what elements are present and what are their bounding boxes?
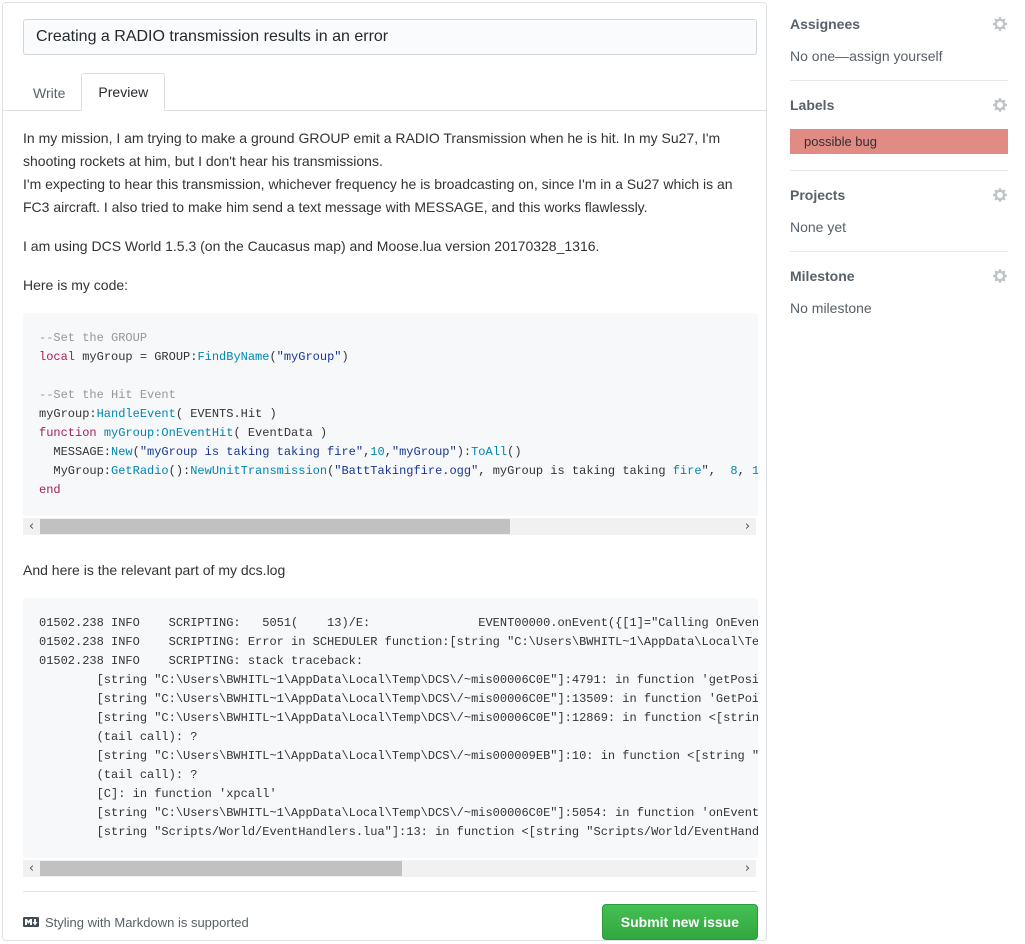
projects-section: Projects None yet (790, 171, 1008, 252)
projects-title: Projects (790, 187, 845, 203)
projects-gear-icon[interactable] (992, 187, 1008, 203)
issue-form: Write Preview In my mission, I am trying… (2, 2, 767, 941)
assignees-section: Assignees No one—assign yourself (790, 0, 1008, 81)
tab-preview[interactable]: Preview (81, 73, 165, 111)
code-scrollbar-thumb[interactable] (40, 519, 510, 534)
assign-yourself-link[interactable]: assign yourself (849, 48, 942, 64)
scroll-left-icon[interactable]: ‹ (23, 518, 40, 535)
body-paragraph-4: And here is the relevant part of my dcs.… (23, 559, 758, 582)
scroll-left-icon[interactable]: ‹ (23, 860, 40, 877)
body-paragraph-1-line-2: I'm expecting to hear this transmission,… (23, 176, 733, 215)
markdown-note-text: Styling with Markdown is supported (45, 915, 249, 930)
body-paragraph-1-line-1: In my mission, I am trying to make a gro… (23, 130, 720, 169)
editor-tab-bar: Write Preview (3, 71, 766, 111)
log-scrollbar-thumb[interactable] (40, 861, 402, 876)
assignees-title: Assignees (790, 16, 860, 32)
body-paragraph-2: I am using DCS World 1.5.3 (on the Cauca… (23, 235, 758, 258)
labels-section: Labels possible bug (790, 81, 1008, 171)
issue-title-input[interactable] (23, 19, 757, 55)
label-chip[interactable]: possible bug (790, 129, 1008, 154)
projects-value: None yet (790, 219, 1008, 235)
submit-new-issue-button[interactable]: Submit new issue (602, 904, 758, 940)
markdown-icon (23, 914, 39, 930)
labels-gear-icon[interactable] (992, 97, 1008, 113)
tab-write[interactable]: Write (17, 75, 81, 111)
milestone-title: Milestone (790, 268, 855, 284)
assignees-gear-icon[interactable] (992, 16, 1008, 32)
markdown-note: Styling with Markdown is supported (23, 914, 249, 930)
body-paragraph-3: Here is my code: (23, 274, 758, 297)
scroll-right-icon[interactable]: › (739, 518, 756, 535)
body-paragraph-1: In my mission, I am trying to make a gro… (23, 127, 758, 219)
issue-sidebar: Assignees No one—assign yourself Labels … (790, 0, 1008, 332)
form-footer: Styling with Markdown is supported Submi… (23, 891, 758, 940)
log-code-block: 01502.238 INFO SCRIPTING: 5051( 13)/E: E… (23, 598, 758, 858)
assignees-value: No one— (790, 48, 849, 64)
code-scrollbar[interactable]: ‹ › (23, 518, 756, 535)
preview-content: In my mission, I am trying to make a gro… (23, 111, 758, 940)
labels-title: Labels (790, 97, 834, 113)
milestone-section: Milestone No milestone (790, 252, 1008, 332)
milestone-value: No milestone (790, 300, 1008, 316)
scroll-right-icon[interactable]: › (739, 860, 756, 877)
log-scrollbar[interactable]: ‹ › (23, 860, 756, 877)
milestone-gear-icon[interactable] (992, 268, 1008, 284)
lua-code-block: --Set the GROUPlocal myGroup = GROUP:Fin… (23, 313, 758, 516)
